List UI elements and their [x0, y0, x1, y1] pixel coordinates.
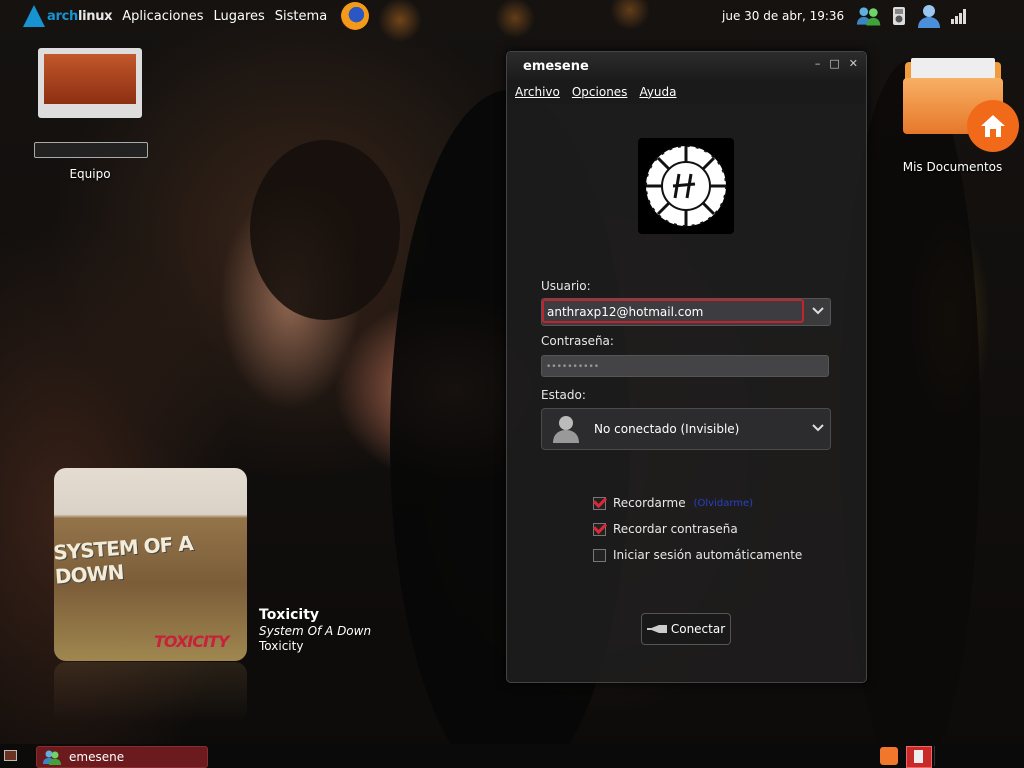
desktop-icon-mis-documentos[interactable]: Mis Documentos: [895, 56, 1019, 174]
user-avatar[interactable]: [638, 138, 734, 234]
system-tray: [856, 3, 972, 29]
workspace-1-button[interactable]: [906, 746, 932, 768]
menu-archivo[interactable]: Archivo: [515, 85, 560, 99]
user-status-icon[interactable]: [916, 3, 942, 29]
computer-icon: [34, 48, 148, 158]
show-desktop-icon[interactable]: [4, 750, 17, 761]
user-label: Usuario:: [541, 279, 591, 293]
remember-password-row: Recordar contraseña: [593, 522, 738, 536]
auto-login-checkbox[interactable]: [593, 548, 606, 562]
auto-login-label[interactable]: Iniciar sesión automáticamente: [613, 548, 802, 562]
arch-logo-icon: [23, 5, 45, 27]
maximize-button[interactable]: □: [829, 57, 839, 70]
song-album: Toxicity: [259, 639, 304, 653]
home-folder-icon: [902, 56, 1019, 152]
trash-icon[interactable]: [880, 747, 898, 765]
taskbar-label: emesene: [69, 750, 125, 764]
home-icon: [966, 100, 1019, 152]
password-label: Contraseña:: [541, 334, 614, 348]
menu-ayuda[interactable]: Ayuda: [639, 85, 676, 99]
close-button[interactable]: ✕: [849, 57, 858, 70]
menu-lugares[interactable]: Lugares: [213, 9, 264, 24]
firefox-launcher-icon[interactable]: [341, 2, 370, 30]
song-artist: System Of A Down: [259, 624, 372, 638]
arch-brand: archlinux: [47, 8, 113, 24]
album-art-text: SYSTEM OF A DOWN: [54, 531, 194, 589]
user-combo[interactable]: anthraxp12@hotmail.com: [541, 298, 831, 326]
plug-icon: [646, 625, 667, 633]
bottom-panel: emesene: [0, 744, 1024, 768]
panel-clock[interactable]: jue 30 de abr, 19:36: [722, 9, 844, 23]
remember-me-checkbox[interactable]: [593, 496, 606, 510]
desktop-icon-label: Equipo: [69, 167, 111, 181]
messenger-contacts-icon[interactable]: [856, 3, 882, 29]
chevron-down-icon: [812, 424, 824, 432]
remember-me-label[interactable]: Recordarme: [613, 496, 686, 510]
emesene-window: emesene – □ ✕ Archivo Opciones Ayuda Usu…: [506, 51, 867, 683]
media-player-icon[interactable]: [886, 3, 912, 29]
remember-me-row: Recordarme (Olvidarme): [593, 496, 753, 510]
album-art-reflection: [54, 662, 247, 722]
user-offline-icon: [553, 416, 579, 443]
menu-aplicaciones[interactable]: Aplicaciones: [122, 9, 203, 24]
desktop-icon-label: Mis Documentos: [902, 160, 1003, 174]
minimize-button[interactable]: –: [815, 57, 821, 70]
taskbar-emesene-button[interactable]: emesene: [36, 746, 208, 768]
remember-password-label[interactable]: Recordar contraseña: [613, 522, 738, 536]
status-value: No conectado (Invisible): [594, 422, 740, 436]
connect-button[interactable]: Conectar: [641, 613, 731, 645]
connect-label: Conectar: [670, 622, 726, 636]
menu-opciones[interactable]: Opciones: [572, 85, 628, 99]
password-input[interactable]: ••••••••••: [541, 355, 829, 377]
wallpaper-shape: [250, 140, 400, 320]
avatar-logo-icon: [645, 145, 727, 227]
menubar: Archivo Opciones Ayuda: [507, 80, 866, 104]
chevron-down-icon[interactable]: [812, 306, 824, 316]
forget-me-link[interactable]: (Olvidarme): [694, 498, 753, 509]
workspace-switcher[interactable]: [934, 746, 1015, 766]
window-controls: – □ ✕: [815, 57, 858, 70]
now-playing-info: Toxicity System Of A Down Toxicity: [259, 607, 371, 653]
remember-password-checkbox[interactable]: [593, 522, 606, 536]
song-title: Toxicity: [259, 607, 320, 623]
window-title: emesene: [523, 58, 589, 74]
status-combo[interactable]: No conectado (Invisible): [541, 408, 831, 450]
user-input[interactable]: anthraxp12@hotmail.com: [542, 299, 804, 323]
desktop-icon-equipo[interactable]: Equipo: [30, 48, 150, 181]
top-panel: archlinux Aplicaciones Lugares Sistema j…: [0, 0, 1024, 32]
auto-login-row: Iniciar sesión automáticamente: [593, 548, 802, 562]
status-label: Estado:: [541, 388, 586, 402]
window-titlebar[interactable]: emesene – □ ✕: [507, 52, 866, 80]
emesene-icon: [43, 750, 61, 765]
album-art-subtext: TOXICITY: [154, 632, 229, 651]
arch-menu-button[interactable]: archlinux: [23, 0, 113, 32]
menu-sistema[interactable]: Sistema: [275, 9, 327, 24]
signal-strength-icon[interactable]: [946, 3, 972, 29]
album-art[interactable]: SYSTEM OF A DOWN TOXICITY: [54, 468, 247, 661]
